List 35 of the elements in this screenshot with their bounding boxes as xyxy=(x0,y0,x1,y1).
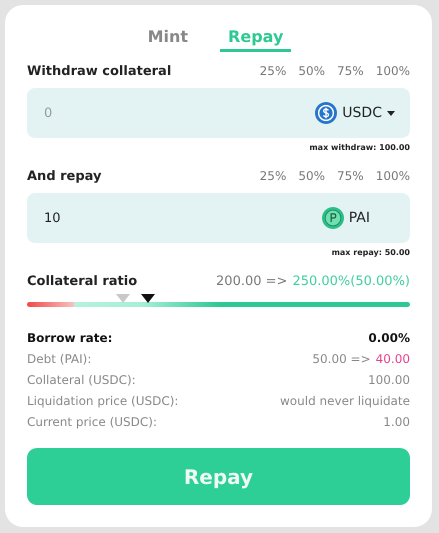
stat-label: Debt (PAI): xyxy=(27,352,92,366)
token-symbol: USDC xyxy=(342,105,382,121)
stat-new-value: 40.00 xyxy=(376,352,410,366)
ratio-label: Collateral ratio xyxy=(27,274,138,288)
stat-value: 50.00 => xyxy=(312,352,371,366)
token-symbol: PAI xyxy=(348,210,370,226)
stat-label: Collateral (USDC): xyxy=(27,372,136,386)
amount-field[interactable]: 10 xyxy=(42,210,322,226)
stat-label: Current price (USDC): xyxy=(27,414,157,428)
section-label: And repay xyxy=(27,168,102,184)
percent-link[interactable]: 75% xyxy=(337,64,364,78)
coin-icon xyxy=(322,207,344,229)
token-select[interactable]: USDC xyxy=(315,102,395,124)
ratio-current: 200.00 => xyxy=(216,274,288,288)
percent-link[interactable]: 25% xyxy=(260,64,286,78)
stat-label: Borrow rate: xyxy=(27,330,112,344)
stat-value: would never liquidate xyxy=(280,394,410,408)
ratio-new: 250.00%(50.00%) xyxy=(292,274,410,288)
max-amount: max repay: 50.00 xyxy=(330,248,410,259)
section-label: Withdraw collateral xyxy=(27,64,172,78)
percent-link[interactable]: 50% xyxy=(298,169,326,183)
stat-label: Liquidation price (USDC): xyxy=(27,394,178,408)
stat-value: 1.00 xyxy=(383,414,410,428)
amount-field[interactable]: 0 xyxy=(42,104,316,122)
stat-value: 100.00 xyxy=(368,372,410,386)
max-amount: max withdraw: 100.00 xyxy=(308,143,410,154)
tab[interactable]: Mint xyxy=(146,27,190,52)
stat-value: 0.00% xyxy=(368,330,410,344)
percent-link[interactable]: 50% xyxy=(298,64,326,78)
dollar-coin-icon xyxy=(315,102,338,124)
percent-link[interactable]: 100% xyxy=(376,169,410,183)
caret-icon xyxy=(387,110,395,116)
percent-link[interactable]: 75% xyxy=(337,169,364,183)
percent-link[interactable]: 25% xyxy=(260,169,286,183)
percent-link[interactable]: 100% xyxy=(376,64,410,78)
